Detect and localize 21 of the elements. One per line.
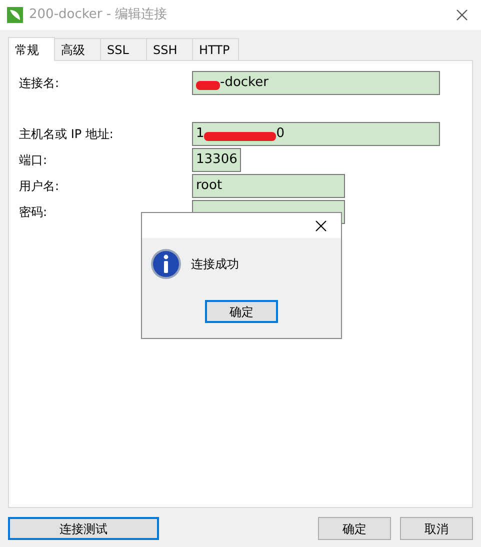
input-field[interactable]: -docker (192, 71, 440, 95)
field-label: 端口: (19, 152, 48, 169)
window-title: 200-docker - 编辑连接 (29, 6, 168, 24)
field-label: 主机名或 IP 地址: (19, 126, 114, 143)
ok-button[interactable]: 确定 (205, 300, 278, 323)
close-icon (456, 9, 468, 21)
ok-button[interactable]: 确定 (318, 517, 391, 540)
input-field[interactable]: 13306 (192, 148, 241, 172)
field-label: 连接名: (19, 75, 60, 92)
app-logo-icon (7, 7, 23, 23)
cancel-button[interactable]: 取消 (400, 517, 473, 540)
dialog-message: 连接成功 (191, 256, 239, 273)
tab[interactable]: 常规 (8, 37, 55, 61)
input-field[interactable]: 1 0 (192, 122, 440, 146)
field-label: 用户名: (19, 178, 60, 195)
input-field[interactable]: root (192, 174, 345, 198)
close-icon (315, 220, 327, 232)
tab[interactable]: HTTP (192, 38, 239, 60)
test-connection-button[interactable]: 连接测试 (8, 517, 159, 540)
info-icon (150, 248, 182, 280)
field-label: 密码: (19, 204, 48, 221)
